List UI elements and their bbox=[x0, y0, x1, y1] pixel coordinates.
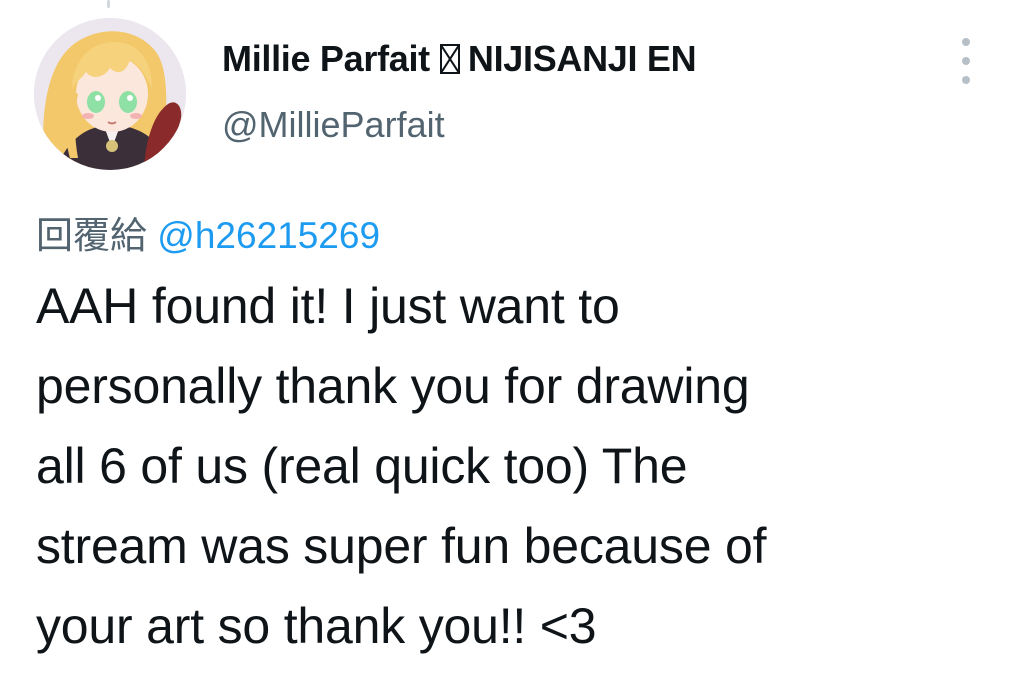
more-vertical-icon-dot bbox=[962, 76, 970, 84]
more-vertical-icon-dot bbox=[962, 38, 970, 46]
author-handle[interactable]: @MillieParfait bbox=[222, 104, 445, 146]
thread-connector-line bbox=[107, 0, 110, 8]
reply-to-handle-link[interactable]: @h26215269 bbox=[157, 215, 380, 256]
missing-glyph-icon bbox=[439, 44, 460, 74]
more-vertical-icon-dot bbox=[962, 57, 970, 65]
display-name-suffix: NIJISANJI EN bbox=[467, 38, 697, 79]
avatar[interactable] bbox=[34, 18, 186, 170]
author-display-name[interactable]: Millie Parfait NIJISANJI EN bbox=[222, 38, 697, 80]
reply-prefix-label: 回覆給 bbox=[36, 214, 147, 257]
tweet-text: AAH found it! I just want to personally … bbox=[36, 278, 767, 654]
more-options-button[interactable] bbox=[952, 38, 980, 84]
display-name-text: Millie Parfait bbox=[222, 38, 430, 79]
avatar-illustration bbox=[34, 18, 186, 170]
replying-to-line: 回覆給 @h26215269 bbox=[36, 205, 380, 259]
